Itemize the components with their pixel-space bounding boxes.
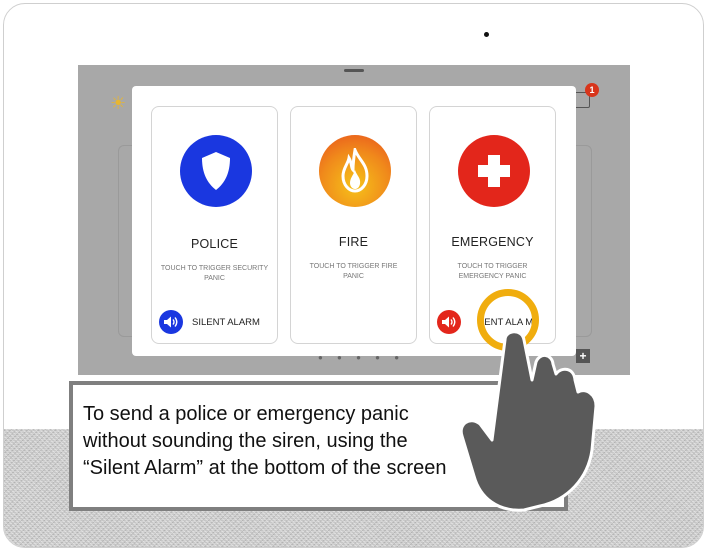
pointing-hand-icon bbox=[459, 330, 598, 512]
